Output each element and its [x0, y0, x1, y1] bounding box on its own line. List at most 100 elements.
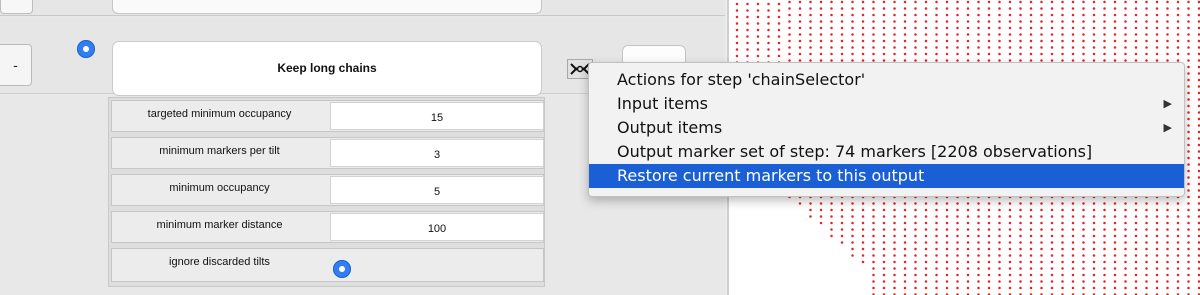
- marker-dot: [872, 234, 875, 238]
- menu-item-restore-markers[interactable]: Restore current markers to this output: [589, 164, 1184, 188]
- step-card[interactable]: Keep long chains: [112, 41, 542, 96]
- marker-dot: [1029, 267, 1033, 270]
- menu-item-output-marker-set[interactable]: Output marker set of step: 74 markers [2…: [589, 140, 1184, 164]
- marker-dot: [893, 234, 896, 238]
- marker-dot: [1103, 273, 1106, 277]
- marker-dot: [977, 46, 980, 49]
- marker-dot: [987, 267, 991, 270]
- marker-dot: [956, 241, 959, 244]
- marker-dot: [903, 267, 907, 270]
- marker-dot: [1071, 0, 1075, 4]
- marker-dot: [998, 33, 1001, 36]
- marker-dot: [872, 221, 875, 225]
- minimum-markers-per-tilt-field[interactable]: 3: [330, 139, 544, 167]
- marker-dot: [945, 39, 949, 43]
- marker-dot: [798, 202, 802, 205]
- previous-step-card[interactable]: [112, 0, 542, 14]
- marker-dot: [945, 20, 949, 23]
- menu-item-output-items[interactable]: Output items ▶: [589, 116, 1184, 140]
- marker-dot: [1145, 33, 1148, 36]
- marker-dot: [1145, 26, 1148, 30]
- marker-dot: [893, 13, 896, 17]
- marker-dot: [1134, 247, 1138, 251]
- marker-dot: [819, 202, 823, 205]
- marker-dot: [882, 286, 886, 290]
- marker-dot: [1145, 273, 1148, 277]
- marker-dot: [1019, 26, 1022, 30]
- marker-dot: [1155, 241, 1159, 244]
- marker-dot: [945, 247, 949, 251]
- marker-dot: [1155, 286, 1159, 290]
- marker-dot: [1113, 208, 1117, 212]
- marker-dot: [1103, 254, 1106, 257]
- marker-dot: [1040, 221, 1043, 225]
- marker-dot: [777, 22, 781, 25]
- marker-dot: [1134, 267, 1138, 270]
- ignore-discarded-tilts-radio[interactable]: [333, 260, 351, 278]
- previous-step-button[interactable]: [0, 0, 33, 14]
- marker-dot: [935, 234, 938, 238]
- marker-dot: [1040, 202, 1043, 205]
- marker-dot: [861, 260, 865, 264]
- marker-dot: [1061, 241, 1064, 244]
- marker-dot: [945, 7, 949, 10]
- marker-dot: [1061, 52, 1064, 56]
- marker-dot: [1050, 254, 1054, 257]
- marker-dot: [1008, 13, 1012, 17]
- marker-dot: [1176, 241, 1180, 244]
- marker-dot: [1050, 228, 1054, 231]
- marker-dot: [903, 202, 907, 205]
- marker-dot: [924, 221, 928, 225]
- marker-dot: [924, 202, 928, 205]
- marker-dot: [1176, 267, 1180, 270]
- marker-dot: [966, 221, 970, 225]
- marker-dot: [1092, 221, 1096, 225]
- menu-item-actions[interactable]: Actions for step 'chainSelector': [589, 68, 1184, 92]
- marker-dot: [998, 13, 1001, 17]
- targeted-minimum-occupancy-field[interactable]: 15: [330, 102, 544, 130]
- marker-dot: [872, 20, 875, 23]
- marker-dot: [746, 35, 749, 38]
- marker-dot: [1092, 241, 1096, 244]
- marker-dot: [840, 39, 844, 43]
- marker-dot: [1040, 208, 1043, 212]
- marker-dot: [788, 46, 791, 49]
- marker-dot: [861, 0, 865, 4]
- minimum-marker-distance-field[interactable]: 100: [330, 213, 544, 241]
- marker-dot: [872, 241, 875, 244]
- marker-dot: [956, 221, 959, 225]
- submenu-arrow-icon: ▶: [1163, 97, 1172, 110]
- marker-dot: [1092, 286, 1096, 290]
- marker-dot: [819, 52, 823, 56]
- marker-dot: [1082, 202, 1085, 205]
- menu-item-label: Input items: [617, 94, 708, 113]
- minimum-occupancy-field[interactable]: 5: [330, 176, 544, 204]
- marker-dot: [1082, 7, 1085, 10]
- marker-dot: [1082, 228, 1085, 231]
- marker-dot: [1124, 33, 1127, 36]
- marker-dot: [1155, 247, 1159, 251]
- marker-dot: [851, 215, 854, 218]
- marker-dot: [956, 267, 959, 270]
- marker-dot: [830, 0, 833, 4]
- param-label: minimum marker distance: [156, 219, 283, 231]
- marker-dot: [1071, 215, 1075, 218]
- marker-dot: [977, 208, 980, 212]
- marker-dot: [767, 15, 770, 19]
- marker-dot: [882, 208, 886, 212]
- step-enable-radio[interactable]: [77, 40, 95, 58]
- marker-dot: [798, 26, 802, 30]
- menu-item-input-items[interactable]: Input items ▶: [589, 92, 1184, 116]
- marker-dot: [882, 7, 886, 10]
- marker-dot: [1134, 52, 1138, 56]
- marker-dot: [1187, 20, 1190, 23]
- marker-dot: [1061, 26, 1064, 30]
- marker-dot: [935, 247, 938, 251]
- marker-dot: [935, 215, 938, 218]
- marker-dot: [924, 26, 928, 30]
- marker-dot: [924, 39, 928, 43]
- marker-dot: [1029, 33, 1033, 36]
- marker-dot: [1187, 0, 1190, 4]
- collapse-button[interactable]: -: [0, 44, 32, 86]
- marker-dot: [893, 221, 896, 225]
